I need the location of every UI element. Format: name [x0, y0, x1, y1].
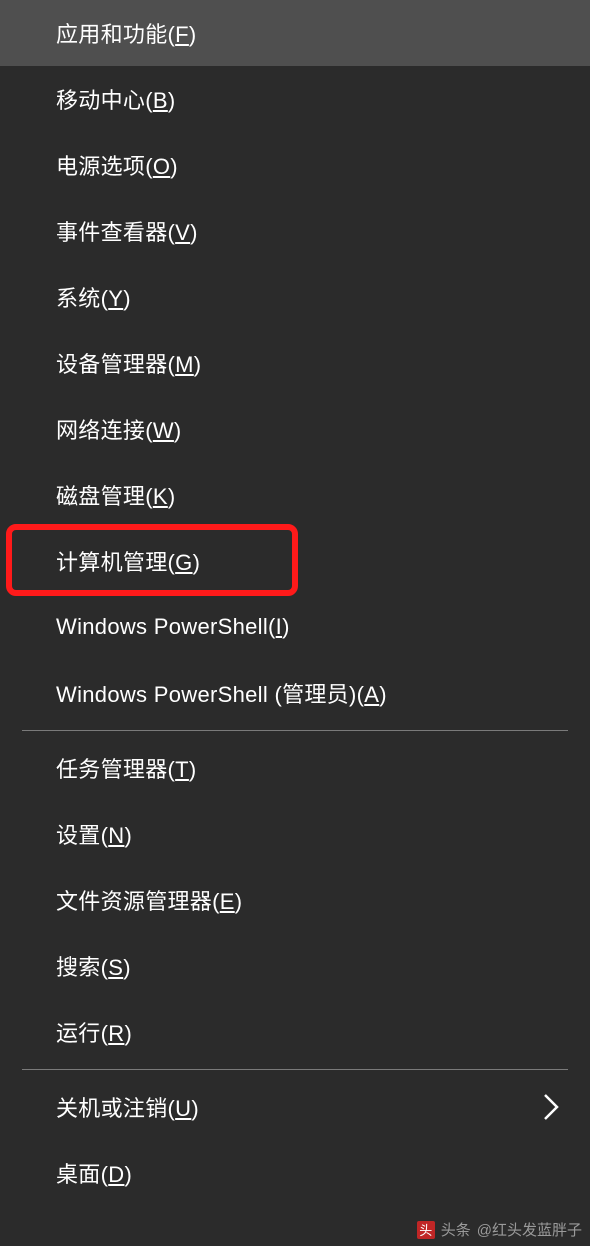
- menu-run[interactable]: 运行(R): [0, 999, 590, 1065]
- menu-item-label: Windows PowerShell (管理员)(A): [56, 677, 387, 709]
- menu-powershell-admin[interactable]: Windows PowerShell (管理员)(A): [0, 660, 590, 726]
- menu-item-label: 设备管理器(M): [56, 347, 201, 379]
- menu-settings[interactable]: 设置(N): [0, 801, 590, 867]
- chevron-right-icon: [542, 1092, 560, 1122]
- menu-powershell[interactable]: Windows PowerShell(I): [0, 594, 590, 660]
- winx-menu: 应用和功能(F) 移动中心(B) 电源选项(O) 事件查看器(V) 系统(Y) 设备管理器…: [0, 0, 590, 1206]
- menu-disk-management[interactable]: 磁盘管理(K): [0, 462, 590, 528]
- menu-item-label: 移动中心(B): [56, 83, 175, 115]
- menu-task-manager[interactable]: 任务管理器(T): [0, 735, 590, 801]
- menu-separator: [22, 730, 568, 731]
- watermark: 头 头条 @红头发蓝胖子: [417, 1219, 582, 1240]
- menu-apps-features[interactable]: 应用和功能(F): [0, 0, 590, 66]
- menu-item-label: 网络连接(W): [56, 413, 182, 445]
- menu-mobility-center[interactable]: 移动中心(B): [0, 66, 590, 132]
- menu-item-label: 运行(R): [56, 1016, 132, 1048]
- menu-item-label: 系统(Y): [56, 281, 131, 313]
- menu-item-label: 磁盘管理(K): [56, 479, 175, 511]
- menu-power-options[interactable]: 电源选项(O): [0, 132, 590, 198]
- menu-shutdown-signout[interactable]: 关机或注销(U): [0, 1074, 590, 1140]
- menu-separator: [22, 1069, 568, 1070]
- menu-event-viewer[interactable]: 事件查看器(V): [0, 198, 590, 264]
- menu-item-label: 计算机管理(G): [56, 545, 200, 577]
- menu-network-connections[interactable]: 网络连接(W): [0, 396, 590, 462]
- menu-item-label: 关机或注销(U): [56, 1091, 199, 1123]
- menu-item-label: 桌面(D): [56, 1157, 132, 1189]
- menu-device-manager[interactable]: 设备管理器(M): [0, 330, 590, 396]
- menu-item-label: 电源选项(O): [56, 149, 178, 181]
- watermark-icon: 头: [417, 1221, 435, 1239]
- watermark-author: @红头发蓝胖子: [477, 1219, 582, 1240]
- menu-item-label: 文件资源管理器(E): [56, 884, 242, 916]
- menu-item-label: 搜索(S): [56, 950, 131, 982]
- watermark-prefix: 头条: [441, 1219, 471, 1240]
- menu-search[interactable]: 搜索(S): [0, 933, 590, 999]
- menu-item-label: 事件查看器(V): [56, 215, 198, 247]
- menu-item-label: 设置(N): [56, 818, 132, 850]
- menu-item-label: 应用和功能(F): [56, 17, 197, 49]
- menu-item-label: 任务管理器(T): [56, 752, 197, 784]
- menu-file-explorer[interactable]: 文件资源管理器(E): [0, 867, 590, 933]
- menu-item-label: Windows PowerShell(I): [56, 614, 290, 640]
- menu-computer-management[interactable]: 计算机管理(G): [0, 528, 590, 594]
- menu-desktop[interactable]: 桌面(D): [0, 1140, 590, 1206]
- menu-system[interactable]: 系统(Y): [0, 264, 590, 330]
